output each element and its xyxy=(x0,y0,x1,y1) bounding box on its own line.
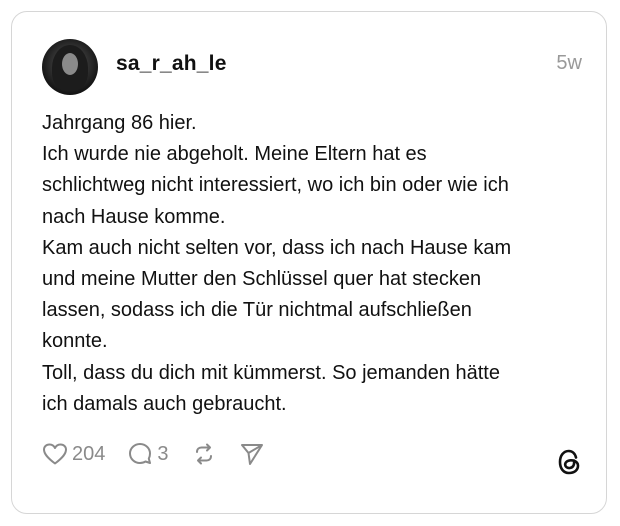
post-time: 5w xyxy=(556,52,582,74)
post-text-line: ich damals auch gebraucht. xyxy=(42,392,287,415)
heart-icon xyxy=(43,443,67,465)
post-card: sa_r_ah_le 5w Jahrgang 86 hier. Ich wurd… xyxy=(11,11,607,514)
threads-logo[interactable] xyxy=(556,448,582,481)
post-text-line: konnte. xyxy=(42,330,108,353)
post-text-line: Toll, dass du dich mit kümmerst. So jema… xyxy=(42,361,500,384)
comment-icon xyxy=(129,443,152,464)
like-button[interactable]: 204 xyxy=(42,442,105,466)
post-text-line: Jahrgang 86 hier. xyxy=(42,112,197,134)
post-text: Jahrgang 86 hier. Ich wurde nie abgeholt… xyxy=(42,108,592,420)
reply-count: 3 xyxy=(157,442,169,465)
post-text-line: Kam auch nicht selten vor, dass ich nach… xyxy=(42,236,512,259)
action-bar: 204 3 xyxy=(42,439,287,469)
post-text-line: und meine Mutter den Schlüssel quer hat … xyxy=(42,268,482,291)
post-text-line: lassen, sodass ich die Tür nichtmal aufs… xyxy=(42,299,472,322)
share-button[interactable] xyxy=(239,441,265,467)
repost-button[interactable] xyxy=(191,441,217,467)
repost-icon xyxy=(195,443,212,465)
send-icon xyxy=(240,444,263,465)
post-text-line: schlichtweg nicht interessiert, wo ich b… xyxy=(42,174,509,197)
avatar[interactable] xyxy=(42,39,98,95)
post-text-line: nach Hause komme. xyxy=(42,205,226,228)
like-count: 204 xyxy=(72,442,106,465)
reply-button[interactable]: 3 xyxy=(127,441,169,467)
username[interactable]: sa_r_ah_le xyxy=(116,52,227,76)
post-text-line: Ich wurde nie abgeholt. Meine Eltern hat… xyxy=(42,143,427,166)
threads-logo-icon xyxy=(558,449,580,475)
